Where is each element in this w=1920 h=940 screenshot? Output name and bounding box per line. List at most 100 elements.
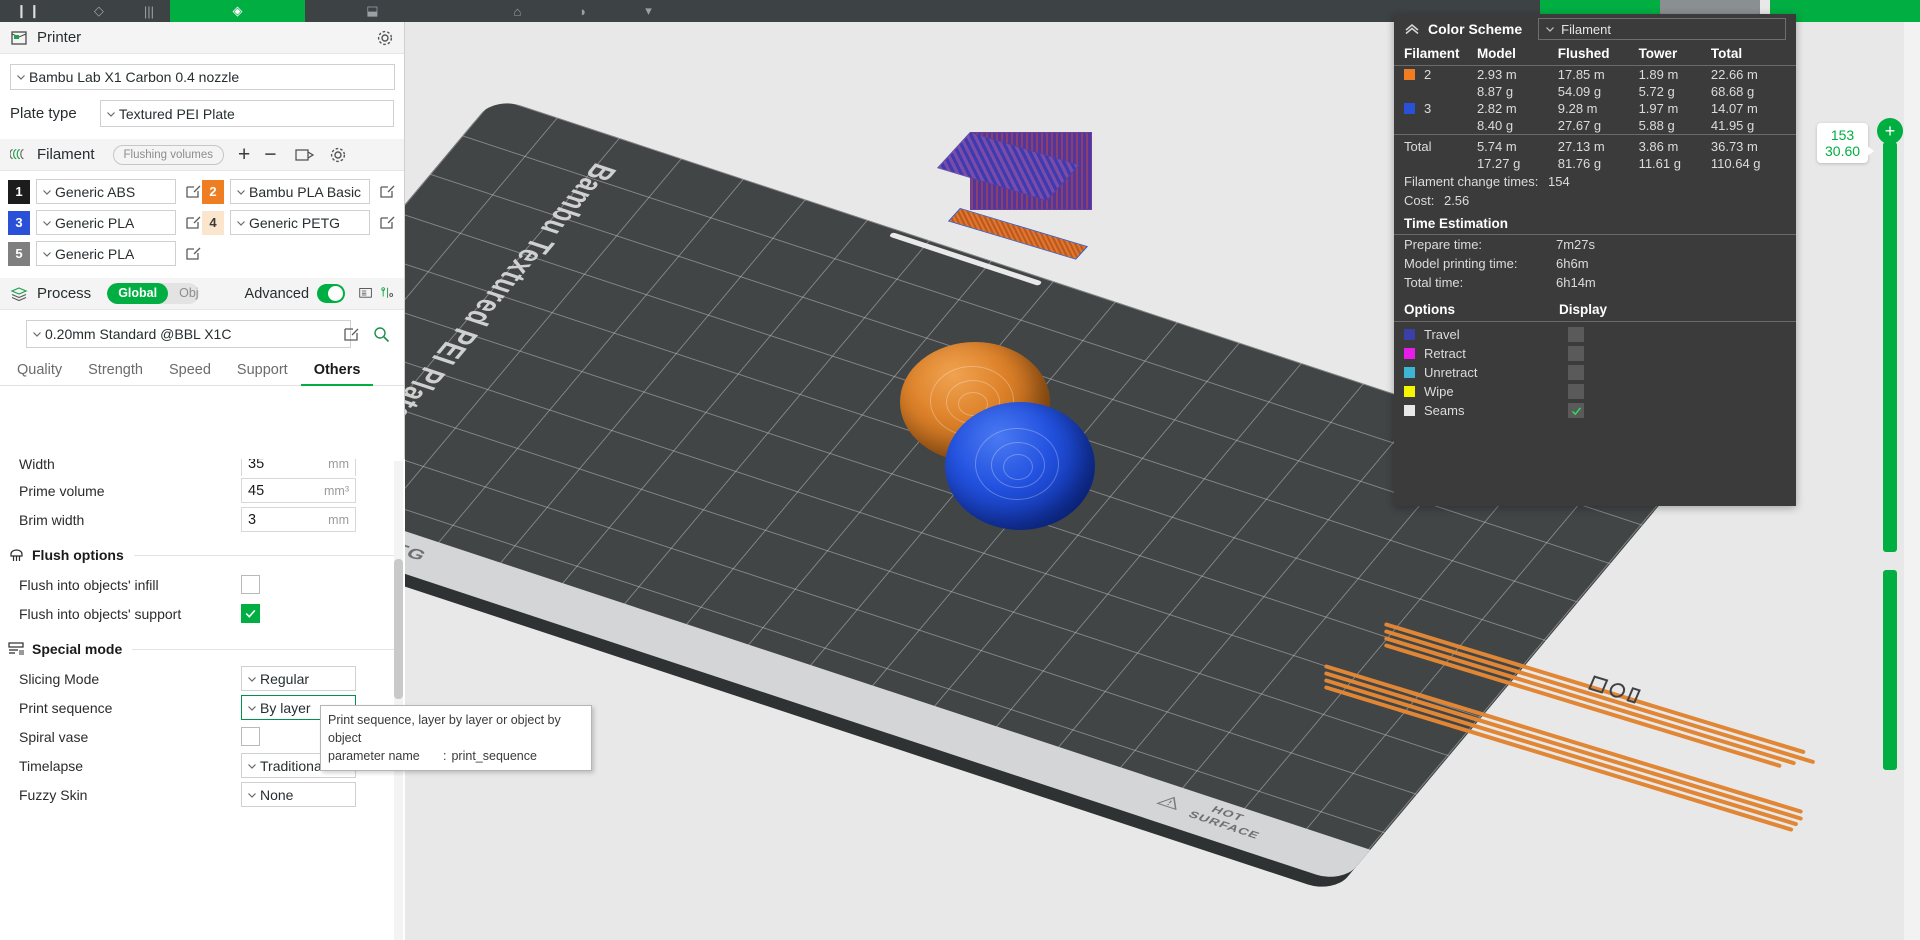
layers-icon[interactable]: ||| bbox=[144, 4, 154, 19]
setting-select-fuzzy-skin[interactable]: None bbox=[241, 782, 356, 807]
filament-name-4: Generic PETG bbox=[249, 214, 341, 231]
option-checkbox-travel[interactable] bbox=[1568, 327, 1584, 342]
layer-slider-track-upper[interactable] bbox=[1883, 142, 1897, 552]
layer-slider-knob[interactable]: + bbox=[1877, 118, 1903, 144]
layer-slider-track-lower[interactable] bbox=[1883, 570, 1897, 770]
printer-model-value: Bambu Lab X1 Carbon 0.4 nozzle bbox=[29, 69, 240, 85]
tab-strength[interactable]: Strength bbox=[75, 358, 156, 385]
settings-scroll-area[interactable]: Width 35 mm Prime volume 45 mm³ Brim wid… bbox=[0, 459, 405, 940]
tab-others[interactable]: Others bbox=[300, 358, 374, 386]
setting-input-width[interactable]: 35 mm bbox=[241, 459, 356, 476]
support-icon[interactable]: ⌂ bbox=[514, 4, 522, 19]
edit-filament-icon[interactable] bbox=[185, 214, 202, 231]
filament-select-2[interactable]: Bambu PLA Basic bbox=[230, 179, 370, 204]
tab-support[interactable]: Support bbox=[224, 358, 301, 385]
edit-filament-icon[interactable] bbox=[379, 183, 396, 200]
add-filament-button[interactable]: + bbox=[238, 144, 250, 165]
table-row: 3 2.82 m 9.28 m 1.97 m 14.07 m bbox=[1394, 100, 1796, 117]
total-tower-g: 11.61 g bbox=[1638, 156, 1681, 171]
filament-index-4[interactable]: 4 bbox=[202, 210, 224, 235]
search-icon[interactable] bbox=[373, 326, 390, 343]
tab-quality[interactable]: Quality bbox=[4, 358, 75, 385]
option-row-seams: Seams bbox=[1394, 401, 1796, 420]
tab-speed[interactable]: Speed bbox=[156, 358, 224, 385]
option-checkbox-wipe[interactable] bbox=[1568, 384, 1584, 399]
seam-icon[interactable]: ◗ bbox=[579, 4, 587, 19]
ams-sync-icon[interactable] bbox=[294, 146, 315, 164]
cell-total-m: 22.66 m bbox=[1710, 67, 1758, 82]
filament-slot-1: 1 Generic ABS bbox=[8, 179, 202, 204]
option-row-unretract: Unretract bbox=[1394, 363, 1796, 382]
wipe-color-swatch bbox=[1404, 386, 1415, 397]
toolbar-preview-active[interactable]: ◈ bbox=[170, 0, 305, 22]
tooltip-param-key: parameter name bbox=[328, 749, 420, 764]
edit-filament-icon[interactable] bbox=[185, 245, 202, 262]
setting-checkbox-flush-infill[interactable] bbox=[241, 575, 260, 594]
gear-icon[interactable] bbox=[376, 29, 394, 47]
scope-tab-global[interactable]: Global bbox=[107, 283, 169, 304]
chevron-down-icon bbox=[15, 71, 27, 83]
filament-name-2: Bambu PLA Basic bbox=[249, 183, 362, 200]
scope-tab-objects[interactable]: Objects bbox=[168, 283, 198, 304]
option-checkbox-seams[interactable] bbox=[1568, 403, 1584, 418]
cell-model-g: 8.87 g bbox=[1476, 84, 1514, 99]
flushing-volumes-button[interactable]: Flushing volumes bbox=[112, 144, 225, 165]
total-tower-m: 3.86 m bbox=[1638, 134, 1711, 155]
edit-filament-icon[interactable] bbox=[379, 214, 396, 231]
col-filament: Filament bbox=[1394, 44, 1477, 66]
option-checkbox-retract[interactable] bbox=[1568, 346, 1584, 361]
pause-icon[interactable]: ❙❙ bbox=[16, 3, 42, 19]
setting-checkbox-spiral-vase[interactable] bbox=[241, 727, 260, 746]
printer-model-select[interactable]: Bambu Lab X1 Carbon 0.4 nozzle bbox=[10, 64, 395, 90]
filament-index-1[interactable]: 1 bbox=[8, 179, 30, 204]
paint-icon[interactable]: ⬓ bbox=[366, 3, 378, 19]
cell-tower-g: 5.72 g bbox=[1638, 84, 1675, 99]
settings-scrollbar-thumb[interactable] bbox=[394, 559, 403, 699]
advanced-toggle[interactable] bbox=[317, 284, 345, 303]
table-total-row: 17.27 g 81.76 g 11.61 g 110.64 g bbox=[1394, 155, 1796, 172]
toolbar-group-right[interactable]: ⬓ ⌂ ◗ ▾ bbox=[305, 0, 695, 22]
filament-settings-icon[interactable] bbox=[329, 146, 347, 164]
filament-select-3[interactable]: Generic PLA bbox=[36, 210, 176, 235]
setting-checkbox-flush-support[interactable] bbox=[241, 604, 260, 623]
chevron-down-icon bbox=[1544, 23, 1556, 35]
edit-filament-icon[interactable] bbox=[185, 183, 202, 200]
filament-index-2[interactable]: 2 bbox=[202, 179, 224, 204]
filament-select-5[interactable]: Generic PLA bbox=[36, 241, 176, 266]
process-section-title: Process bbox=[37, 285, 92, 302]
color-scheme-select[interactable]: Filament bbox=[1538, 18, 1786, 40]
toolbar-group-left[interactable]: ❙❙ ◇ ||| bbox=[0, 0, 170, 22]
total-total-m: 36.73 m bbox=[1710, 134, 1796, 155]
arrange-icon[interactable]: ◇ bbox=[94, 3, 104, 19]
setting-label-spiral-vase: Spiral vase bbox=[19, 728, 89, 745]
setting-label-slicing-mode: Slicing Mode bbox=[19, 670, 100, 687]
chevron-down-icon bbox=[246, 760, 258, 772]
setting-value-print-sequence: By layer bbox=[260, 699, 311, 716]
purge-line bbox=[1383, 629, 1816, 765]
setting-input-prime-volume[interactable]: 45 mm³ bbox=[241, 478, 356, 503]
settings-scrollbar-track[interactable] bbox=[394, 461, 403, 940]
list-view-icon[interactable] bbox=[359, 286, 372, 302]
option-checkbox-unretract[interactable] bbox=[1568, 365, 1584, 380]
setting-label-print-sequence: Print sequence bbox=[19, 699, 113, 716]
filament-index-5[interactable]: 5 bbox=[8, 241, 30, 266]
filament-select-4[interactable]: Generic PETG bbox=[230, 210, 370, 235]
filament-select-1[interactable]: Generic ABS bbox=[36, 179, 176, 204]
prime-tower[interactable] bbox=[937, 132, 1092, 260]
text-icon[interactable]: ▾ bbox=[645, 3, 652, 19]
setting-value-width: 35 bbox=[248, 459, 265, 472]
prime-tower-base bbox=[947, 208, 1088, 260]
process-preset-select[interactable]: 0.20mm Standard @BBL X1C bbox=[26, 320, 351, 348]
setting-input-brim-width[interactable]: 3 mm bbox=[241, 507, 356, 532]
blue-sphere-model[interactable] bbox=[945, 402, 1095, 530]
table-total-row: Total 5.74 m 27.13 m 3.86 m 36.73 m bbox=[1394, 134, 1796, 155]
setting-label-fuzzy-skin: Fuzzy Skin bbox=[19, 786, 88, 803]
save-preset-icon[interactable] bbox=[343, 326, 360, 343]
process-icon bbox=[10, 285, 28, 303]
chevron-up-icon[interactable] bbox=[1404, 22, 1420, 36]
compare-presets-icon[interactable] bbox=[381, 286, 394, 302]
setting-select-slicing-mode[interactable]: Regular bbox=[241, 666, 356, 691]
plate-type-select[interactable]: Textured PEI Plate bbox=[99, 100, 394, 127]
remove-filament-button[interactable]: − bbox=[264, 144, 276, 165]
filament-index-3[interactable]: 3 bbox=[8, 210, 30, 235]
